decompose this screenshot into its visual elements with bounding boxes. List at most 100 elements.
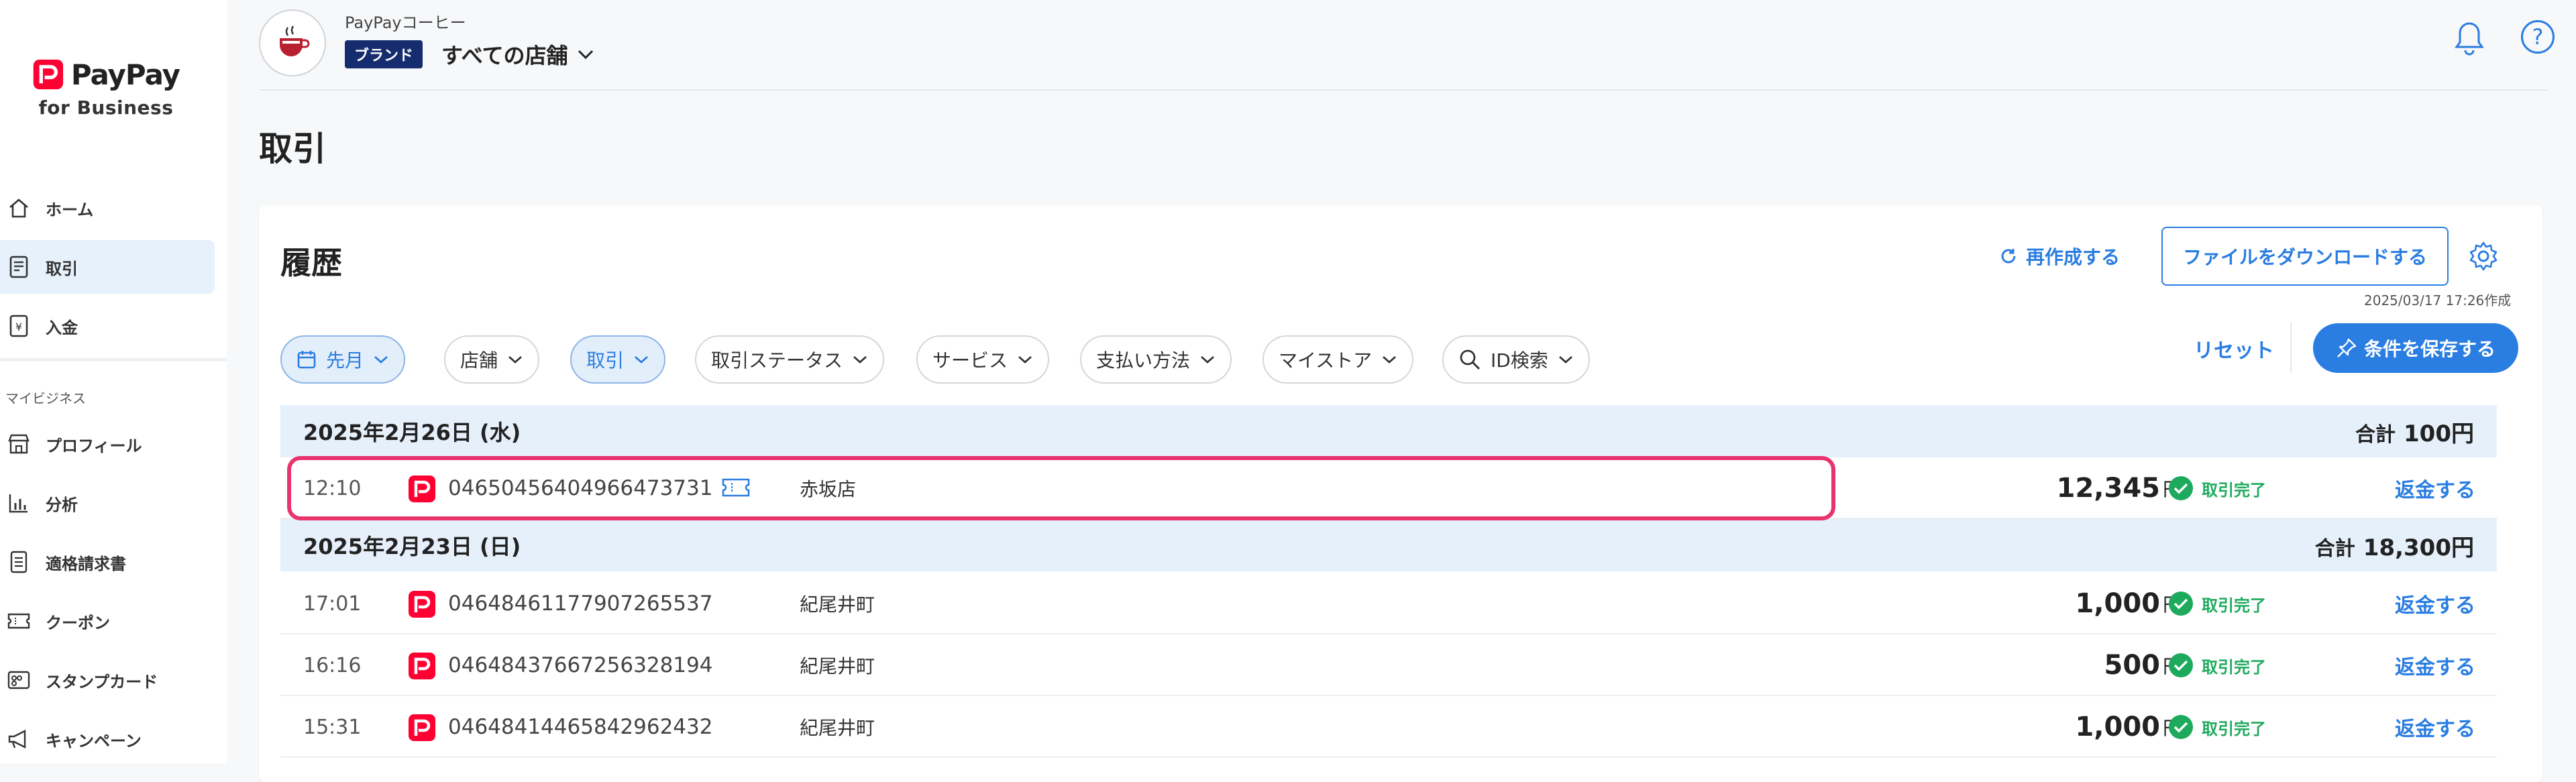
- filter-transaction-type[interactable]: 取引: [570, 335, 666, 384]
- sidebar-divider: [0, 358, 227, 361]
- tx-time: 12:10: [303, 476, 362, 500]
- save-conditions-button[interactable]: 条件を保存する: [2313, 323, 2518, 373]
- table-row[interactable]: 16:16 04648437667256328194 紀尾井町 500円 取引完…: [280, 634, 2497, 696]
- sidebar-item-analytics[interactable]: 分析: [0, 476, 215, 530]
- sidebar-item-deposits[interactable]: ¥ 入金: [0, 299, 215, 353]
- check-circle-icon: [2169, 476, 2193, 500]
- bar-chart-icon: [7, 491, 31, 515]
- check-circle-icon: [2169, 653, 2193, 677]
- help-icon[interactable]: ?: [2521, 20, 2555, 54]
- filter-my-store[interactable]: マイストア: [1263, 335, 1414, 384]
- sidebar-item-invoice[interactable]: 適格請求書: [0, 535, 215, 589]
- check-circle-icon: [2169, 592, 2193, 616]
- filter-store[interactable]: 店舗: [444, 335, 540, 384]
- table-row[interactable]: 17:01 04648461177907265537 紀尾井町 1,000円 取…: [280, 573, 2497, 634]
- sidebar-item-coupons[interactable]: クーポン: [0, 594, 215, 648]
- chevron-down-icon: [1558, 355, 1572, 364]
- tx-amount: 1,000円: [2075, 696, 2182, 758]
- status-badge: 取引完了: [2168, 457, 2266, 519]
- sidebar-item-label: 適格請求書: [46, 554, 126, 573]
- filter-period[interactable]: 先月: [280, 335, 406, 384]
- megaphone-icon: [7, 727, 31, 751]
- recreate-label: 再作成する: [2026, 246, 2121, 268]
- refund-button[interactable]: 返金する: [2395, 573, 2475, 634]
- tx-time: 16:16: [303, 653, 362, 677]
- recreate-button[interactable]: 再作成する: [1999, 243, 2120, 270]
- check-circle-icon: [2169, 715, 2193, 739]
- store-selector[interactable]: すべての店舗: [441, 39, 594, 70]
- gear-icon[interactable]: [2467, 240, 2500, 272]
- sidebar-item-label: 取引: [46, 259, 78, 278]
- bell-icon[interactable]: [2453, 20, 2486, 56]
- filter-label: 先月: [326, 349, 364, 372]
- status-label: 取引完了: [2202, 719, 2266, 738]
- sidebar-item-home[interactable]: ホーム: [0, 181, 215, 235]
- sidebar-item-transactions[interactable]: 取引: [0, 240, 215, 294]
- chevron-down-icon: [1383, 355, 1397, 364]
- stamp-card-icon: [7, 668, 31, 692]
- yen-icon: ¥: [7, 314, 31, 338]
- refund-button[interactable]: 返金する: [2395, 457, 2475, 519]
- amount-value: 12,345: [2056, 473, 2160, 504]
- sidebar-item-label: 入金: [46, 318, 78, 337]
- table-row[interactable]: 12:10 04650456404966473731 赤坂店 12,345円 取…: [280, 457, 2497, 519]
- brand-name: PayPay: [70, 58, 180, 91]
- tx-amount: 12,345円: [2057, 457, 2182, 519]
- total-prefix: 合計: [2355, 423, 2396, 447]
- sidebar-item-stamp-card[interactable]: スタンプカード: [0, 653, 215, 707]
- group-total-value: 18,300円: [2363, 534, 2474, 561]
- chevron-down-icon: [1018, 355, 1032, 364]
- reset-button[interactable]: リセット: [2194, 334, 2274, 364]
- search-icon: [1460, 349, 1481, 370]
- sidebar-item-profile[interactable]: プロフィール: [0, 417, 215, 471]
- tx-store: 紀尾井町: [800, 717, 875, 739]
- status-label: 取引完了: [2202, 596, 2266, 615]
- paypay-logo[interactable]: PayPay for Business: [32, 56, 180, 119]
- refund-button[interactable]: 返金する: [2395, 634, 2475, 696]
- pin-icon: [2337, 338, 2357, 357]
- company-name: PayPayコーヒー: [345, 13, 466, 32]
- tx-amount: 1,000円: [2075, 573, 2182, 634]
- chevron-down-icon: [374, 355, 388, 364]
- paypay-icon: [409, 476, 435, 502]
- group-total-value: 100円: [2404, 420, 2474, 447]
- calendar-icon: [297, 351, 316, 369]
- amount-value: 500: [2104, 650, 2160, 681]
- header-divider: [259, 89, 2548, 91]
- paypay-logo-icon: [33, 59, 64, 90]
- refund-button[interactable]: 返金する: [2395, 696, 2475, 758]
- filter-id-search[interactable]: ID検索: [1442, 335, 1590, 384]
- coupon-icon: [722, 478, 750, 497]
- home-icon: [7, 196, 31, 220]
- filter-payment-method[interactable]: 支払い方法: [1080, 335, 1232, 384]
- brand-badge: ブランド: [345, 40, 423, 68]
- group-total: 合計 100円: [2355, 415, 2474, 448]
- sidebar-item-campaign[interactable]: キャンペーン: [0, 712, 215, 766]
- company-logo[interactable]: [259, 9, 326, 76]
- tx-time: 17:01: [303, 592, 362, 616]
- coupon-icon: [7, 609, 31, 633]
- tx-store: 紀尾井町: [800, 655, 875, 677]
- chevron-down-icon: [853, 355, 867, 364]
- receipt-icon: [7, 255, 31, 279]
- download-file-button[interactable]: ファイルをダウンロードする: [2161, 227, 2449, 286]
- chevron-down-icon: [1201, 355, 1214, 364]
- sidebar-section-label: マイビジネス: [5, 390, 86, 406]
- sidebar-item-label: クーポン: [46, 613, 110, 632]
- total-prefix: 合計: [2314, 537, 2355, 561]
- page-title: 取引: [259, 129, 326, 168]
- filter-transaction-status[interactable]: 取引ステータス: [695, 335, 885, 384]
- store-icon: [7, 432, 31, 456]
- filter-service[interactable]: サービス: [916, 335, 1050, 384]
- tx-id: 04648437667256328194: [448, 653, 713, 677]
- group-date: 2025年2月26日 (水): [303, 420, 521, 445]
- filter-label: 取引: [586, 349, 625, 372]
- tx-time: 15:31: [303, 715, 362, 739]
- sidebar-item-label: キャンペーン: [46, 731, 142, 750]
- table-row[interactable]: 15:31 04648414465842962432 紀尾井町 1,000円 取…: [280, 696, 2497, 758]
- sidebar-item-label: ホーム: [46, 200, 94, 219]
- status-badge: 取引完了: [2168, 696, 2266, 758]
- amount-value: 1,000: [2075, 712, 2160, 742]
- chevron-down-icon: [508, 355, 522, 364]
- date-group-header: 2025年2月26日 (水) 合計 100円: [280, 405, 2497, 457]
